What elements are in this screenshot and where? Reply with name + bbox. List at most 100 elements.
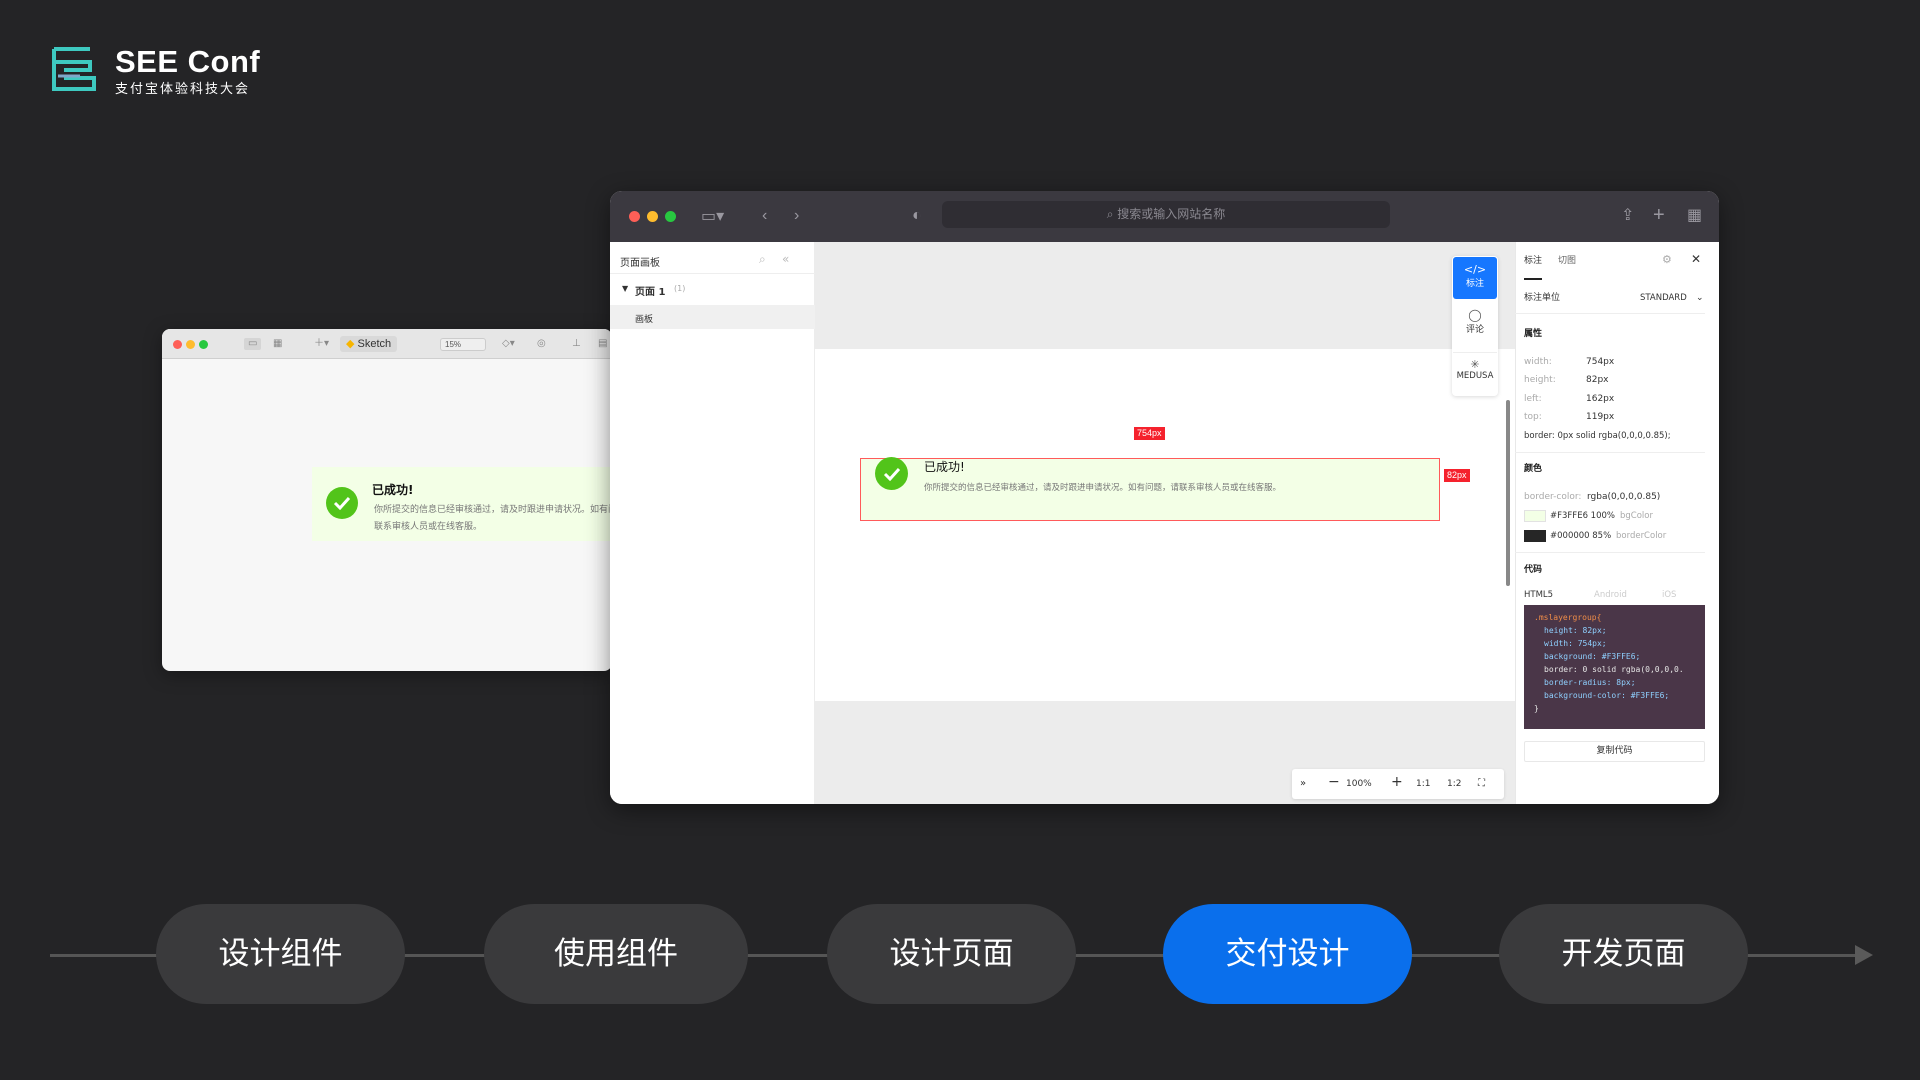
annotate-tool-button[interactable]: </> 标注 bbox=[1453, 257, 1497, 299]
zoom-out-icon[interactable]: − bbox=[1328, 775, 1340, 789]
fullscreen-icon[interactable]: ⛶ bbox=[1478, 777, 1485, 791]
code-line: width: 754px; bbox=[1544, 639, 1607, 648]
code-tab-android[interactable]: Android bbox=[1594, 589, 1627, 601]
new-tab-icon[interactable]: + bbox=[1653, 205, 1665, 225]
colors-title: 颜色 bbox=[1524, 464, 1543, 474]
code-tab-ios[interactable]: iOS bbox=[1662, 589, 1676, 601]
back-icon[interactable]: ‹ bbox=[762, 207, 767, 225]
shield-icon[interactable]: ◐ bbox=[912, 207, 922, 225]
comment-tool-button[interactable]: ◯ 评论 bbox=[1453, 304, 1497, 346]
code-line: } bbox=[1534, 704, 1539, 713]
divider bbox=[1515, 552, 1705, 553]
maximize-dot-icon[interactable] bbox=[665, 211, 676, 222]
copy-code-button[interactable]: 复制代码 bbox=[1524, 741, 1705, 762]
address-bar[interactable]: ⌕ 搜索或输入网站名称 bbox=[942, 201, 1390, 228]
insert-plus-icon[interactable]: ＋▾ bbox=[314, 338, 329, 350]
props-title: 属性 bbox=[1524, 329, 1543, 339]
brand-title: SEE Conf bbox=[115, 44, 261, 79]
expand-panel-icon[interactable]: » bbox=[1300, 777, 1306, 791]
page-item-count: (1) bbox=[674, 284, 686, 293]
close-panel-icon[interactable]: ✕ bbox=[1691, 253, 1701, 265]
success-check-icon bbox=[875, 457, 908, 490]
see-conf-logo-icon bbox=[52, 47, 96, 91]
medusa-tool-label: MEDUSA bbox=[1456, 371, 1494, 381]
settings-gear-icon[interactable]: ⚙ bbox=[1662, 254, 1672, 266]
prop-key: left: bbox=[1524, 394, 1542, 404]
tab-overview-icon[interactable]: ▦ bbox=[1687, 207, 1702, 225]
browser-toolbar: ▭▾ ‹ › ◐ ⌕ 搜索或输入网站名称 ⇪ + ▦ bbox=[610, 191, 1719, 242]
design-canvas[interactable] bbox=[815, 242, 1515, 804]
border-prop: border: 0px solid rgba(0,0,0,0.85); bbox=[1524, 431, 1671, 441]
prop-value: 162px bbox=[1586, 394, 1615, 404]
zoom-in-icon[interactable]: + bbox=[1391, 775, 1403, 789]
sketch-zoom-select[interactable]: 15% bbox=[440, 338, 486, 351]
close-dot-icon[interactable] bbox=[629, 211, 640, 222]
forward-icon[interactable]: › bbox=[794, 207, 799, 225]
width-dimension-tag: 754px bbox=[1134, 427, 1165, 440]
code-line: border-radius: 8px; bbox=[1544, 678, 1636, 687]
search-icon[interactable]: ⌕ bbox=[759, 252, 766, 267]
code-line: background-color: #F3FFE6; bbox=[1544, 691, 1670, 700]
sketch-diamond-icon: ◆ bbox=[346, 338, 355, 350]
align-icon[interactable]: ⊥ bbox=[572, 338, 581, 350]
artboard[interactable] bbox=[815, 349, 1515, 701]
border-color-name: borderColor bbox=[1616, 531, 1667, 541]
minimize-dot-icon[interactable] bbox=[647, 211, 658, 222]
sketch-toolbar: ▭ ▦ ＋▾ ◆ Sketch 15% ◇▾ ◎ ⊥ ▤ bbox=[162, 329, 612, 359]
prop-key: top: bbox=[1524, 412, 1542, 422]
brand-subtitle: 支付宝体验科技大会 bbox=[115, 82, 251, 97]
unit-select[interactable]: STANDARD bbox=[1640, 292, 1687, 304]
chevron-down-icon[interactable]: ⌄ bbox=[1696, 292, 1704, 304]
export-icon[interactable]: ▤ bbox=[598, 338, 607, 350]
canvas-scrollbar[interactable] bbox=[1506, 400, 1510, 586]
code-tab-html5[interactable]: HTML5 bbox=[1524, 589, 1553, 601]
prop-key: height: bbox=[1524, 375, 1556, 385]
step-design-pages[interactable]: 设计页面 bbox=[827, 904, 1076, 1004]
caret-down-icon[interactable]: ▼ bbox=[622, 284, 628, 293]
bg-color-text: #F3FFE6 100% bbox=[1550, 511, 1615, 521]
code-title: 代码 bbox=[1524, 565, 1543, 575]
share-icon[interactable]: ⇪ bbox=[1621, 207, 1634, 225]
sketch-alert-desc-line2: 联系审核人员或在线客服。 bbox=[374, 522, 483, 532]
border-color-text: #000000 85% bbox=[1550, 531, 1612, 541]
code-block[interactable]: .mslayergroup{ height: 82px; width: 754p… bbox=[1524, 605, 1705, 729]
prop-value: 119px bbox=[1586, 412, 1615, 422]
sketch-app-label: ◆ Sketch bbox=[340, 336, 398, 352]
page-item-name[interactable]: 页面 1 bbox=[635, 283, 665, 298]
code-line: height: 82px; bbox=[1544, 626, 1607, 635]
step-develop-pages[interactable]: 开发页面 bbox=[1499, 904, 1748, 1004]
step-use-components[interactable]: 使用组件 bbox=[484, 904, 748, 1004]
medusa-tool-button[interactable]: ✳ MEDUSA bbox=[1453, 352, 1497, 394]
sketch-window: ▭ ▦ ＋▾ ◆ Sketch 15% ◇▾ ◎ ⊥ ▤ bbox=[162, 329, 612, 671]
sketch-success-check-icon bbox=[326, 487, 358, 519]
ratio-1-2-button[interactable]: 1:2 bbox=[1447, 777, 1461, 791]
border-color-value: rgba(0,0,0,0.85) bbox=[1587, 492, 1661, 502]
tab-annotate[interactable]: 标注 bbox=[1524, 255, 1542, 267]
close-dot-icon[interactable] bbox=[173, 340, 182, 349]
collapse-icon[interactable]: « bbox=[782, 252, 789, 266]
code-icon: </> bbox=[1463, 263, 1487, 276]
unit-label: 标注单位 bbox=[1524, 293, 1561, 303]
divider bbox=[1515, 313, 1705, 314]
maximize-dot-icon[interactable] bbox=[199, 340, 208, 349]
bg-color-swatch[interactable] bbox=[1524, 510, 1546, 522]
minimize-dot-icon[interactable] bbox=[186, 340, 195, 349]
border-color-swatch[interactable] bbox=[1524, 530, 1546, 542]
address-placeholder: 搜索或输入网站名称 bbox=[1117, 207, 1226, 221]
symbol-icon[interactable]: ◎ bbox=[537, 338, 546, 350]
vector-tool-icon[interactable]: ◇▾ bbox=[502, 338, 515, 350]
tab-slices[interactable]: 切图 bbox=[1558, 255, 1576, 267]
border-color-key: border-color: bbox=[1524, 492, 1582, 502]
ratio-1-1-button[interactable]: 1:1 bbox=[1416, 777, 1430, 791]
search-icon: ⌕ bbox=[1106, 207, 1114, 221]
tool-stack: </> 标注 ◯ 评论 ✳ MEDUSA bbox=[1452, 256, 1498, 396]
sketch-alert-title: 已成功! bbox=[372, 483, 414, 497]
code-line: background: #F3FFE6; bbox=[1544, 652, 1641, 661]
sketch-alert-desc-line1: 你所提交的信息已经审核通过，请及时跟进申请状况。如有问 bbox=[374, 505, 610, 515]
step-design-components[interactable]: 设计组件 bbox=[156, 904, 405, 1004]
step-deliver-design[interactable]: 交付设计 bbox=[1163, 904, 1412, 1004]
sidebar-toggle-icon[interactable]: ▭ bbox=[244, 338, 262, 350]
grid-icon[interactable]: ▦ bbox=[273, 338, 282, 350]
sidebar-toggle-icon[interactable]: ▭▾ bbox=[701, 208, 724, 226]
prop-value: 82px bbox=[1586, 375, 1609, 385]
